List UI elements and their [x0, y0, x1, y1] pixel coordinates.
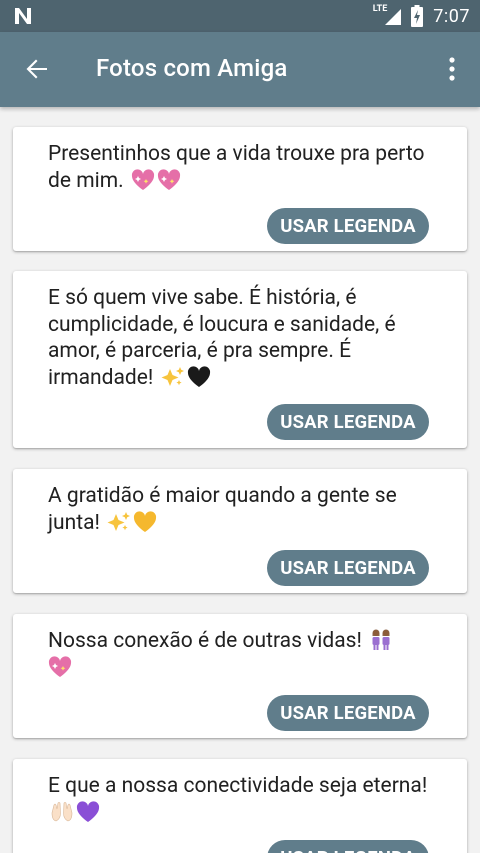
- sparkles-icon: [161, 366, 184, 386]
- status-time: 7:07: [433, 5, 470, 27]
- caption-card: E que a nossa conectividade seja eterna!…: [13, 759, 467, 853]
- page-title: Fotos com Amiga: [96, 54, 288, 82]
- status-icons: LTE 7:07: [373, 0, 470, 32]
- use-caption-button[interactable]: USAR LEGENDA: [267, 550, 429, 586]
- network-type: LTE: [372, 4, 388, 14]
- caption-text: Nossa conexão é de outras vidas!: [48, 628, 443, 681]
- use-caption-button[interactable]: USAR LEGENDA: [267, 404, 429, 440]
- caption-card: Nossa conexão é de outras vidas! USAR LE…: [13, 614, 467, 738]
- caption-text: A gratidão é maior quando a gente se jun…: [48, 484, 397, 535]
- yellow-heart-icon: [134, 510, 157, 532]
- use-caption-button[interactable]: USAR LEGENDA: [267, 695, 429, 731]
- use-caption-button[interactable]: USAR LEGENDA: [267, 840, 429, 853]
- status-bar: LTE 7:07: [0, 0, 480, 32]
- two-women-icon: [372, 629, 390, 650]
- more-options-icon[interactable]: [440, 54, 464, 84]
- back-arrow-icon[interactable]: [22, 54, 52, 84]
- caption-text: E só quem vive sabe. É história, é cumpl…: [48, 286, 396, 390]
- sparkling-heart-icon: [48, 655, 72, 677]
- caption-card: Presentinhos que a vida trouxe pra perto…: [13, 127, 467, 251]
- sparkling-heart-icon: [157, 168, 180, 190]
- sparkling-heart-icon: [131, 168, 154, 190]
- purple-heart-icon: [76, 800, 100, 822]
- notification-n-icon: [15, 8, 31, 24]
- caption-card: A gratidão é maior quando a gente se jun…: [13, 469, 467, 593]
- sparkles-icon: [107, 511, 131, 531]
- battery-charging-icon: [411, 5, 424, 27]
- caption-text: Presentinhos que a vida trouxe pra perto…: [48, 142, 425, 193]
- app-bar: Fotos com Amiga: [0, 32, 480, 107]
- caption-text: E que a nossa conectividade seja eterna!: [48, 773, 443, 826]
- use-caption-button[interactable]: USAR LEGENDA: [267, 208, 429, 244]
- raised-hands-icon: [51, 801, 73, 821]
- caption-card: E só quem vive sabe. É história, é cumpl…: [13, 271, 467, 448]
- black-heart-icon: [187, 365, 210, 387]
